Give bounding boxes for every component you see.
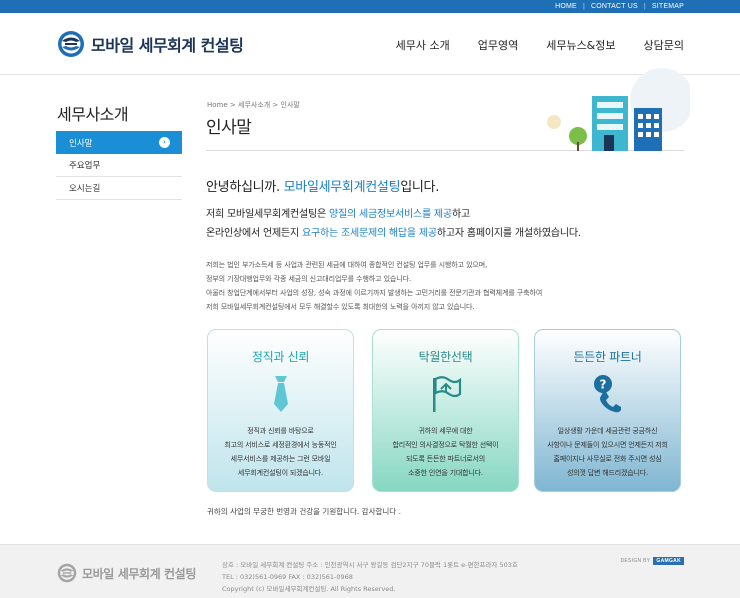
card-text: 정직과 신뢰를 바탕으로 최고의 서비스로 세정환경에서 능동적인 세무서비스를… (214, 424, 347, 480)
body-paragraph: 저희는 법인 부가소득세 등 사업과 관련된 세금에 대하여 종합적인 컨설팅 … (206, 258, 542, 314)
footer-logo-text: 모바일 세무회계 컨설팅 (82, 566, 196, 581)
card-text-line: 일상생활 가운데 세금관련 궁금하신 (557, 427, 658, 435)
card-text-line: 성의껏 답변 해드리겠습니다. (567, 469, 648, 477)
card-text-line: 최고의 서비스로 세정환경에서 능동적인 (224, 441, 337, 449)
svg-text:?: ? (599, 378, 606, 392)
site-footer: 모바일 세무회계 컨설팅 상호 : 모바일 세무회계 컨설팅 주소 : 인천광역… (0, 544, 740, 598)
site-header: 모바일 세무회계 컨설팅 세무사 소개 업무영역 세무뉴스&정보 상담문의 (0, 13, 740, 75)
body-line: 정부의 기장대행업무와 각종 세금의 신고대리업무를 수행하고 있습니다. (206, 275, 412, 283)
sidebar-item-label: 주요업무 (69, 161, 101, 171)
page-title: 인사말 (206, 118, 252, 138)
lead-highlight: 요구하는 조세문제의 해답을 제공 (301, 228, 437, 239)
breadcrumb-home[interactable]: Home (207, 101, 228, 109)
utility-links: HOME | CONTACT US | SITEMAP (555, 0, 684, 13)
body-line: 저희 모바일세무회계컨설팅에서 모두 해결할수 있도록 최대한의 노력을 아끼지… (206, 303, 475, 311)
necktie-icon (273, 376, 288, 412)
footer-copyright: Copyright (c) 모바일세무회계컨설팅. All Rights Res… (222, 585, 396, 593)
greeting-text: 안녕하십니까. (206, 180, 284, 195)
breadcrumb: Home > 세무사소개 > 인사말 (207, 101, 300, 109)
lead-text: 하고 (451, 209, 470, 220)
lead-text: 저희 모바일세무회계컨설팅은 (206, 209, 329, 220)
home-link[interactable]: HOME (555, 3, 577, 10)
sidebar-item-directions[interactable]: 오시는길 (56, 177, 182, 200)
sidebar-item-main-work[interactable]: 주요업무 (56, 154, 182, 177)
breadcrumb-current: 인사말 (280, 101, 300, 109)
design-by-label: DESIGN BY (620, 558, 651, 564)
body-line: 저희는 법인 부가소득세 등 사업과 관련된 세금에 대하여 종합적인 컨설팅 … (206, 261, 488, 269)
card-text-line: 홈페이지나 사무실로 전화 주시면 성심 (553, 455, 662, 463)
main-nav: 세무사 소개 업무영역 세무뉴스&정보 상담문의 (368, 37, 684, 53)
footer-address: 상호 : 모바일 세무회계 컨설팅 주소 : 인천광역시 서구 왕길동 검단2지… (222, 561, 518, 569)
card-text-line: 되도록 든든한 파트너로서의 (406, 455, 485, 463)
lead-highlight: 양질의 세금정보서비스를 제공 (328, 209, 452, 220)
nav-item-services[interactable]: 업무영역 (478, 37, 518, 53)
sidebar-title: 세무사소개 (57, 105, 129, 124)
chevron-right-icon: › (159, 137, 170, 148)
value-card-honesty: 정직과 신뢰 정직과 신뢰를 바탕으로 최고의 서비스로 세정환경에서 능동적인… (207, 329, 354, 492)
sidebar-item-label: 인사말 (69, 138, 93, 149)
breadcrumb-section[interactable]: 세무사소개 (238, 101, 270, 109)
lead-paragraph: 저희 모바일세무회계컨설팅은 양질의 세금정보서비스를 제공하고 온라인상에서 … (206, 205, 581, 243)
flag-icon (432, 376, 461, 412)
sidebar-item-label: 오시는길 (69, 184, 101, 194)
lead-text: 하고자 홈페이지를 개설하였습니다. (436, 228, 581, 239)
card-text-line: 세무회계컨설팅이 되겠습니다. (237, 469, 324, 477)
sidebar-item-greeting[interactable]: 인사말 › (56, 131, 182, 154)
body-line: 아울러 창업단계에서부터 사업의 성장, 성숙 과정에 이르기까지 발생하는 고… (206, 289, 543, 297)
card-text: 귀하의 세무에 대한 합리적인 의사결정으로 탁월한 선택이 되도록 든든한 파… (379, 424, 512, 480)
card-text-line: 정직과 신뢰를 바탕으로 (247, 427, 314, 435)
logo-text: 모바일 세무회계 컨설팅 (91, 36, 244, 55)
card-text-line: 귀하의 세무에 대한 (418, 427, 473, 435)
separator: | (643, 3, 646, 10)
card-text-line: 소중한 인연을 기대합니다. (408, 469, 483, 477)
nav-item-consult[interactable]: 상담문의 (644, 37, 684, 53)
company-name-highlight: 모바일세무회계컨설팅 (283, 180, 401, 195)
top-utility-bar: HOME | CONTACT US | SITEMAP (0, 0, 740, 13)
lead-line: 저희 모바일세무회계컨설팅은 양질의 세금정보서비스를 제공하고 (206, 205, 581, 224)
contact-us-link[interactable]: CONTACT US (591, 3, 638, 10)
nav-item-news[interactable]: 세무뉴스&정보 (546, 37, 615, 53)
card-text: 일상생활 가운데 세금관련 궁금하신 사항이나 문제들이 있으시면 언제든지 저… (541, 424, 674, 480)
designer-badge[interactable]: GAMGAK (653, 557, 684, 565)
sidebar-menu: 인사말 › 주요업무 오시는길 (56, 131, 182, 200)
card-title: 정직과 신뢰 (251, 350, 310, 364)
footer-company-info: 상호 : 모바일 세무회계 컨설팅 주소 : 인천광역시 서구 왕길동 검단2지… (222, 559, 518, 595)
footer-contact: TEL : 032)561-0969 FAX : 032)561-0968 (222, 573, 353, 581)
closing-message: 귀하의 사업의 무궁한 번영과 건강을 기원합니다. 감사합니다 . (207, 507, 401, 516)
card-text-line: 세무서비스를 제공하는 그런 모바일 (230, 455, 331, 463)
footer-logo-mark-icon (57, 563, 77, 583)
greeting-text: 입니다. (400, 180, 440, 195)
value-card-choice: 탁월한선택 귀하의 세무에 대한 합리적인 의사결정으로 탁월한 선택이 되도록… (372, 329, 519, 492)
lead-line: 온라인상에서 언제든지 요구하는 조세문제의 해답을 제공하고자 홈페이지를 개… (206, 224, 581, 243)
card-title: 든든한 파트너 (573, 350, 642, 364)
city-buildings-illustration (547, 68, 690, 151)
design-credit: DESIGN BY GAMGAK (620, 557, 684, 565)
card-text-line: 사항이나 문제들이 있으시면 언제든지 저희 (547, 441, 668, 449)
greeting-heading: 안녕하십니까. 모바일세무회계컨설팅입니다. (206, 176, 439, 195)
lead-text: 온라인상에서 언제든지 (206, 228, 302, 239)
value-card-partner: 든든한 파트너 ? 일상생활 가운데 세금관련 궁금하신 사항이나 문제들이 있… (534, 329, 681, 492)
card-title: 탁월한선택 (418, 350, 473, 364)
site-logo[interactable]: 모바일 세무회계 컨설팅 (57, 30, 244, 58)
separator: | (582, 3, 585, 10)
nav-item-about[interactable]: 세무사 소개 (396, 37, 450, 53)
footer-logo: 모바일 세무회계 컨설팅 (57, 563, 196, 583)
sitemap-link[interactable]: SITEMAP (652, 3, 684, 10)
logo-mark-icon (58, 31, 84, 57)
phone-question-icon: ? (593, 375, 621, 413)
card-text-line: 합리적인 의사결정으로 탁월한 선택이 (392, 441, 499, 449)
